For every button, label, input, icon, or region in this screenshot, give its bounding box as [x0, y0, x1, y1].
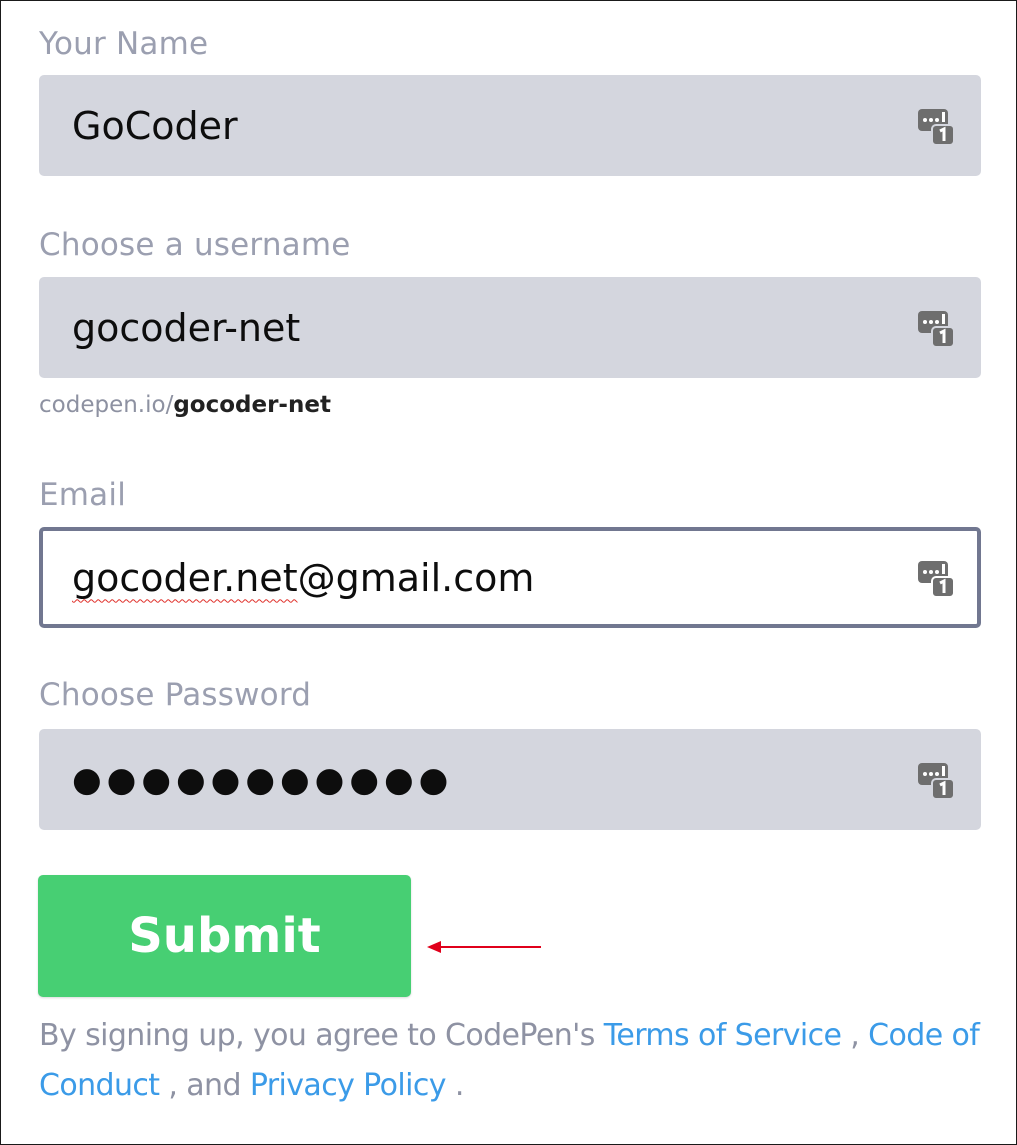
password-manager-icon[interactable]	[918, 559, 954, 597]
agreement-prefix: By signing up, you agree to CodePen's	[39, 1018, 604, 1053]
profile-url-hint: codepen.io/gocoder-net	[39, 392, 331, 418]
terms-of-service-link[interactable]: Terms of Service	[604, 1018, 842, 1053]
email-input-value: gocoder.net@gmail.com	[72, 556, 534, 600]
name-input[interactable]: GoCoder	[39, 75, 981, 176]
agreement-separator: , and	[159, 1068, 250, 1103]
username-label: Choose a username	[39, 227, 351, 263]
password-label: Choose Password	[39, 677, 312, 713]
profile-url-prefix: codepen.io/	[39, 392, 174, 418]
email-input[interactable]: gocoder.net@gmail.com	[39, 527, 981, 628]
password-input-value: ●●●●●●●●●●●	[72, 759, 454, 800]
name-label: Your Name	[39, 26, 209, 62]
password-manager-icon[interactable]	[918, 761, 954, 799]
username-input-value: gocoder-net	[72, 305, 301, 350]
password-input[interactable]: ●●●●●●●●●●●	[39, 729, 981, 830]
submit-button[interactable]: Submit	[38, 875, 411, 997]
username-input[interactable]: gocoder-net	[39, 277, 981, 378]
profile-url-username: gocoder-net	[173, 392, 331, 418]
agreement-suffix: .	[445, 1068, 465, 1103]
email-label: Email	[39, 477, 127, 513]
spellcheck-underlined-text: gocoder.net	[72, 555, 298, 600]
signup-form: Your Name GoCoder Choose a username goco…	[0, 0, 1017, 1145]
annotation-arrow-icon	[427, 941, 541, 953]
terms-agreement-text: By signing up, you agree to CodePen's Te…	[39, 1011, 989, 1111]
password-manager-icon[interactable]	[918, 107, 954, 145]
name-input-value: GoCoder	[72, 103, 238, 148]
email-domain-text: @gmail.com	[297, 555, 535, 600]
agreement-separator: ,	[841, 1018, 869, 1053]
privacy-policy-link[interactable]: Privacy Policy	[250, 1068, 447, 1103]
password-manager-icon[interactable]	[918, 309, 954, 347]
